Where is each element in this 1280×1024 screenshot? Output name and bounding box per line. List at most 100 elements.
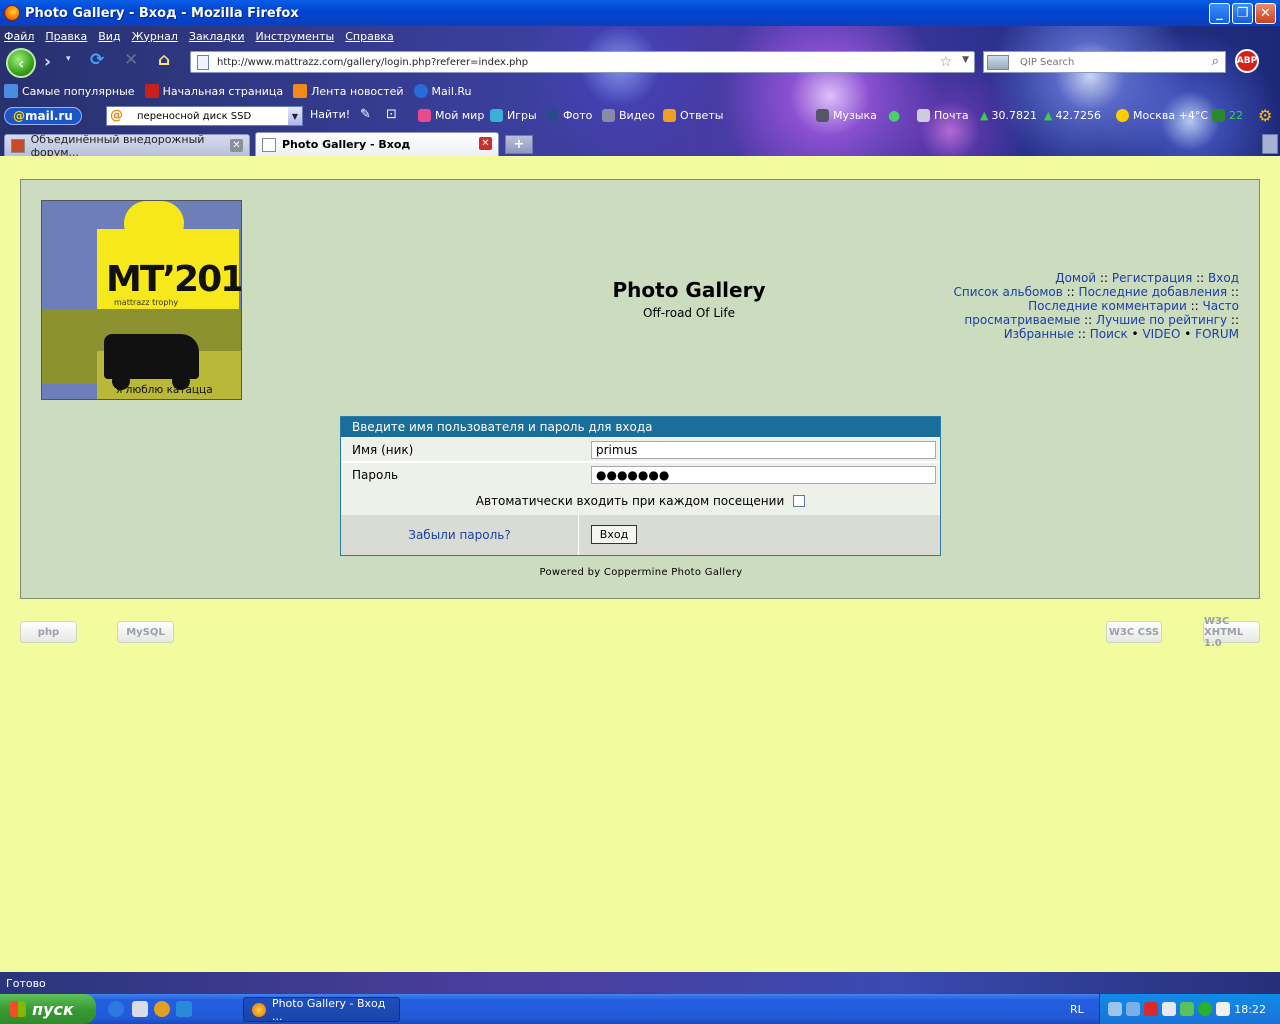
reload-icon[interactable]: ⟳ [90,50,104,70]
games-icon [490,109,503,122]
bookmark-news-feed[interactable]: Лента новостей [293,84,404,98]
tab-photo-gallery[interactable]: Photo Gallery - Вход ✕ [255,132,499,156]
remember-checkbox[interactable] [793,494,806,507]
back-button[interactable]: ‹ [6,48,36,78]
password-input[interactable] [591,466,936,484]
taskbar-firefox-window[interactable]: Photo Gallery - Вход ... [243,997,400,1023]
pencil-icon[interactable]: ✎ [360,107,371,122]
tab-forum[interactable]: Объединённый внедорожный форум... ✕ [4,133,250,159]
search-icon[interactable]: ⌕ [1212,54,1219,69]
chat-icon[interactable]: ● [888,108,900,124]
window-titlebar: Photo Gallery - Вход - Mozilla Firefox _… [0,0,1280,26]
minimize-button[interactable]: _ [1209,3,1230,24]
media-quicklaunch-icon[interactable] [154,1001,170,1017]
nav-forum[interactable]: FORUM [1195,327,1239,341]
nav-top-rated[interactable]: Лучшие по рейтингу [1096,313,1227,327]
settings-gear-icon[interactable]: ⚙ [1258,106,1272,125]
new-tab-button[interactable]: + [505,135,533,154]
menu-history[interactable]: Журнал [132,30,178,43]
nav-album-list[interactable]: Список альбомов [953,285,1062,299]
tray-app-icon[interactable] [1162,1002,1176,1016]
rate-eur[interactable]: ▲ 42.7256 [1044,109,1101,122]
bookmark-most-visited[interactable]: Самые популярные [4,84,135,98]
tab-close-icon[interactable]: ✕ [479,137,492,150]
mailru-logo[interactable]: @ mail.ru [4,107,82,125]
link-my-world[interactable]: Мой мир [418,109,484,122]
close-window-button[interactable]: ✕ [1255,3,1276,24]
bookmark-start-page[interactable]: Начальная страница [144,84,284,98]
notepad-quicklaunch-icon[interactable] [132,1001,148,1017]
menu-edit[interactable]: Правка [45,30,87,43]
bookmark-label: Начальная страница [162,84,284,98]
mysql-badge[interactable]: MySQL [117,621,174,643]
bookmark-mailru[interactable]: Mail.Ru [413,84,472,98]
adblock-icon[interactable]: ABP [1235,49,1259,73]
forgot-password-link[interactable]: Забыли пароль? [341,515,579,555]
traffic-button[interactable]: 22 [1212,109,1243,122]
w3c-xhtml-badge[interactable]: W3C XHTML 1.0 [1203,616,1260,649]
search-input[interactable] [1020,56,1200,68]
menu-help[interactable]: Справка [345,30,393,43]
icq-tray-icon[interactable] [1180,1002,1194,1016]
php-badge[interactable]: php [20,621,77,643]
network-tray-icon[interactable] [1108,1002,1122,1016]
search-engine-icon[interactable] [987,55,1009,70]
search-bar[interactable]: ⌕ [983,51,1226,73]
weather-button[interactable]: Москва +4°C [1116,109,1208,122]
security-tray-icon[interactable] [1144,1002,1158,1016]
zoom-icon[interactable]: ⊡ [386,107,397,122]
address-dropdown-icon[interactable]: ▼ [962,55,969,65]
navigation-toolbar: ‹ › ▾ ⟳ ✕ ⌂ http://www.mattrazz.com/gall… [0,46,1280,78]
history-dropdown-icon[interactable]: ▾ [66,54,71,64]
nav-home[interactable]: Домой [1055,271,1096,285]
language-indicator[interactable]: RL [1070,1003,1084,1016]
tab-list-button[interactable] [1262,134,1278,154]
menu-bookmarks[interactable]: Закладки [189,30,245,43]
menu-view[interactable]: Вид [98,30,120,43]
forward-icon[interactable]: › [44,52,51,72]
system-tray: 18:22 [1099,994,1280,1024]
mailru-toolbar: @ mail.ru @ переносной диск SSD ▼ Найти! … [0,103,1280,129]
network2-tray-icon[interactable] [1126,1002,1140,1016]
nav-last-comments[interactable]: Последние комментарии [1028,299,1187,313]
stop-icon[interactable]: ✕ [124,50,138,70]
agent-tray-icon[interactable] [1198,1002,1212,1016]
ie-quicklaunch-icon[interactable] [108,1001,124,1017]
nav-register[interactable]: Регистрация [1112,271,1192,285]
rate-usd[interactable]: ▲ 30.7821 [980,109,1037,122]
maximize-button[interactable]: ❐ [1232,3,1253,24]
mail-button[interactable]: Почта [917,109,969,122]
link-games[interactable]: Игры [490,109,537,122]
nav-video[interactable]: VIDEO [1142,327,1180,341]
up-arrow-icon: ▲ [1044,109,1053,122]
nav-last-uploads[interactable]: Последние добавления [1079,285,1228,299]
volume-tray-icon[interactable] [1216,1002,1230,1016]
mailru-search-box[interactable]: @ переносной диск SSD ▼ [106,106,303,126]
menu-tools[interactable]: Инструменты [256,30,335,43]
w3c-css-badge[interactable]: W3C CSS [1106,621,1162,643]
nav-favorites[interactable]: Избранные [1004,327,1074,341]
link-answers[interactable]: Ответы [663,109,723,122]
menu-file[interactable]: Файл [4,30,34,43]
home-icon[interactable]: ⌂ [158,50,170,70]
windows-taskbar: пуск Photo Gallery - Вход ... RL 18:22 [0,994,1280,1024]
nav-login[interactable]: Вход [1208,271,1239,285]
music-button[interactable]: Музыка [816,109,877,122]
link-photo[interactable]: Фото [546,109,592,122]
address-bar[interactable]: http://www.mattrazz.com/gallery/login.ph… [190,51,975,73]
username-input[interactable] [591,440,936,459]
tab-close-icon[interactable]: ✕ [230,139,243,152]
login-submit-button[interactable]: Вход [591,525,637,544]
bookmark-star-icon[interactable]: ☆ [939,54,952,70]
mail-label: Почта [934,109,969,122]
sun-icon [1116,109,1129,122]
nav-search[interactable]: Поиск [1090,327,1128,341]
mailru-search-dropdown-icon[interactable]: ▼ [288,107,302,125]
address-url: http://www.mattrazz.com/gallery/login.ph… [217,56,529,68]
logo-car-silhouette [104,334,199,390]
mailru-find-button[interactable]: Найти! [310,108,350,121]
link-video[interactable]: Видео [602,109,655,122]
mailru-at-icon [413,84,428,98]
start-button[interactable]: пуск [0,994,96,1024]
mailru-agent-quicklaunch-icon[interactable] [176,1001,192,1017]
